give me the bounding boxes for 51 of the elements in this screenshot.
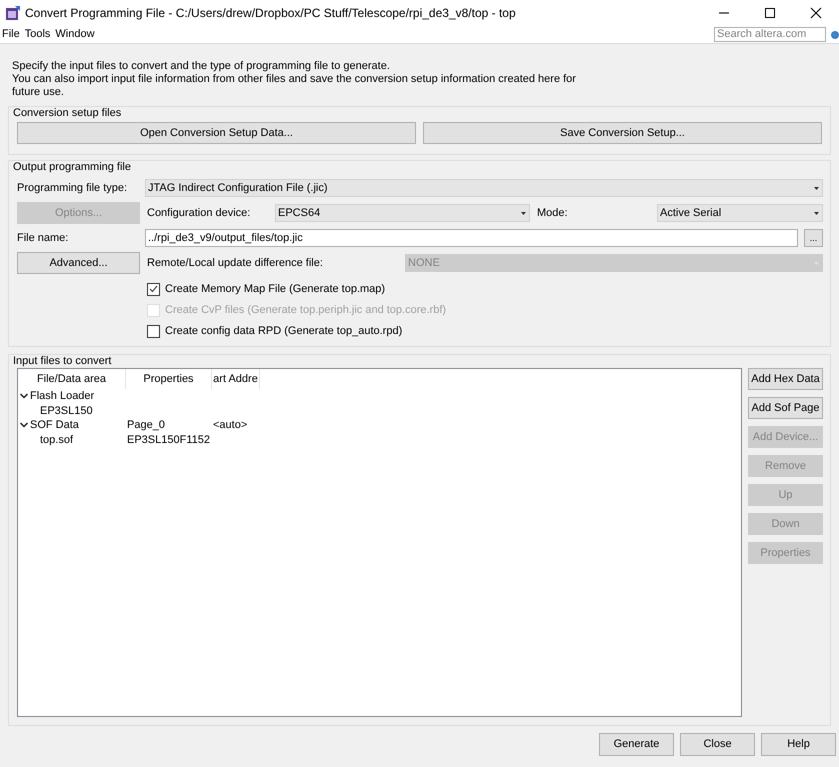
footer-button[interactable]: Generate — [599, 733, 674, 756]
caret-icon — [814, 186, 819, 190]
tree-item[interactable]: SOF Data — [30, 417, 79, 434]
globe-icon[interactable] — [831, 30, 839, 38]
table-cell-text: Page_0 — [126, 418, 166, 433]
tree-item[interactable]: top.sof — [40, 432, 74, 448]
maximize-icon[interactable] — [764, 7, 776, 19]
checkbox[interactable] — [147, 282, 160, 296]
checkbox[interactable] — [147, 324, 160, 338]
field-label: Mode: — [537, 206, 569, 221]
setup-button[interactable]: Save Conversion Setup... — [423, 122, 822, 144]
column-header[interactable]: File/Data area — [18, 369, 126, 389]
dropdown[interactable]: EPCS64 — [275, 204, 530, 222]
tree-item[interactable]: EP3SL150 — [40, 402, 93, 419]
group-title: Input files to convert — [13, 354, 112, 368]
search-field[interactable]: Search altera.com — [714, 27, 826, 42]
caret-icon — [814, 212, 819, 214]
checkbox-label: Create config data RPD (Generate top_auto.rpd) — [165, 324, 402, 339]
dropdown[interactable]: Active Serial — [657, 204, 823, 222]
side-button[interactable]: Add Sof Page — [748, 397, 823, 419]
browse-button[interactable]: ... — [804, 229, 823, 247]
chevron-icon[interactable] — [20, 393, 28, 400]
footer-button[interactable]: Close — [680, 733, 755, 756]
field-label: Remote/Local update difference file: — [147, 256, 324, 271]
field-label: Programming file type: — [17, 180, 128, 196]
window-title: Convert Programming File - C:/Users/drew/Dropbox/PC Stuff/Telescope/rpi_de3_v8/top - top — [25, 5, 516, 22]
dropdown[interactable]: JTAG Indirect Configuration File (.jic) — [145, 179, 823, 197]
side-button[interactable]: Add Hex Data — [748, 368, 823, 390]
close-icon[interactable] — [810, 7, 822, 19]
field-label: File name: — [17, 230, 70, 246]
caret-icon — [521, 212, 526, 214]
checkbox-label: Create CvP files (Generate top.periph.jic and top.core.rbf) — [165, 302, 446, 318]
chevron-icon[interactable] — [20, 422, 28, 428]
group-title: Conversion setup files — [13, 106, 122, 120]
field-label: Configuration device: — [147, 206, 252, 221]
menu-item[interactable]: Window — [53, 26, 97, 43]
tree-item[interactable]: Flash Loader — [30, 388, 94, 404]
column-header[interactable]: Properties — [126, 369, 212, 389]
file-name-field[interactable]: ../rpi_de3_v9/output_files/top.jic — [145, 229, 798, 247]
setup-button[interactable]: Open Conversion Setup Data... — [17, 122, 416, 144]
app-icon — [5, 5, 21, 21]
footer-button[interactable]: Help — [761, 733, 836, 756]
menu-item[interactable]: File — [0, 26, 22, 43]
menu-item[interactable]: Tools — [22, 26, 52, 43]
advanced-button[interactable]: Advanced... — [17, 252, 140, 274]
column-header[interactable]: art Addre — [212, 369, 260, 389]
table-cell-text: EP3SL150F1152 — [126, 432, 211, 448]
instructions-text: Specify the input files to convert and the type of programming file to generate. You can also import input file information from other files and save the conversion setup information created here for future use. — [12, 60, 577, 99]
table-cell-text: <auto> — [212, 418, 248, 433]
checkbox-label: Create Memory Map File (Generate top.map) — [165, 282, 386, 297]
group-title: Output programming file — [13, 160, 132, 174]
